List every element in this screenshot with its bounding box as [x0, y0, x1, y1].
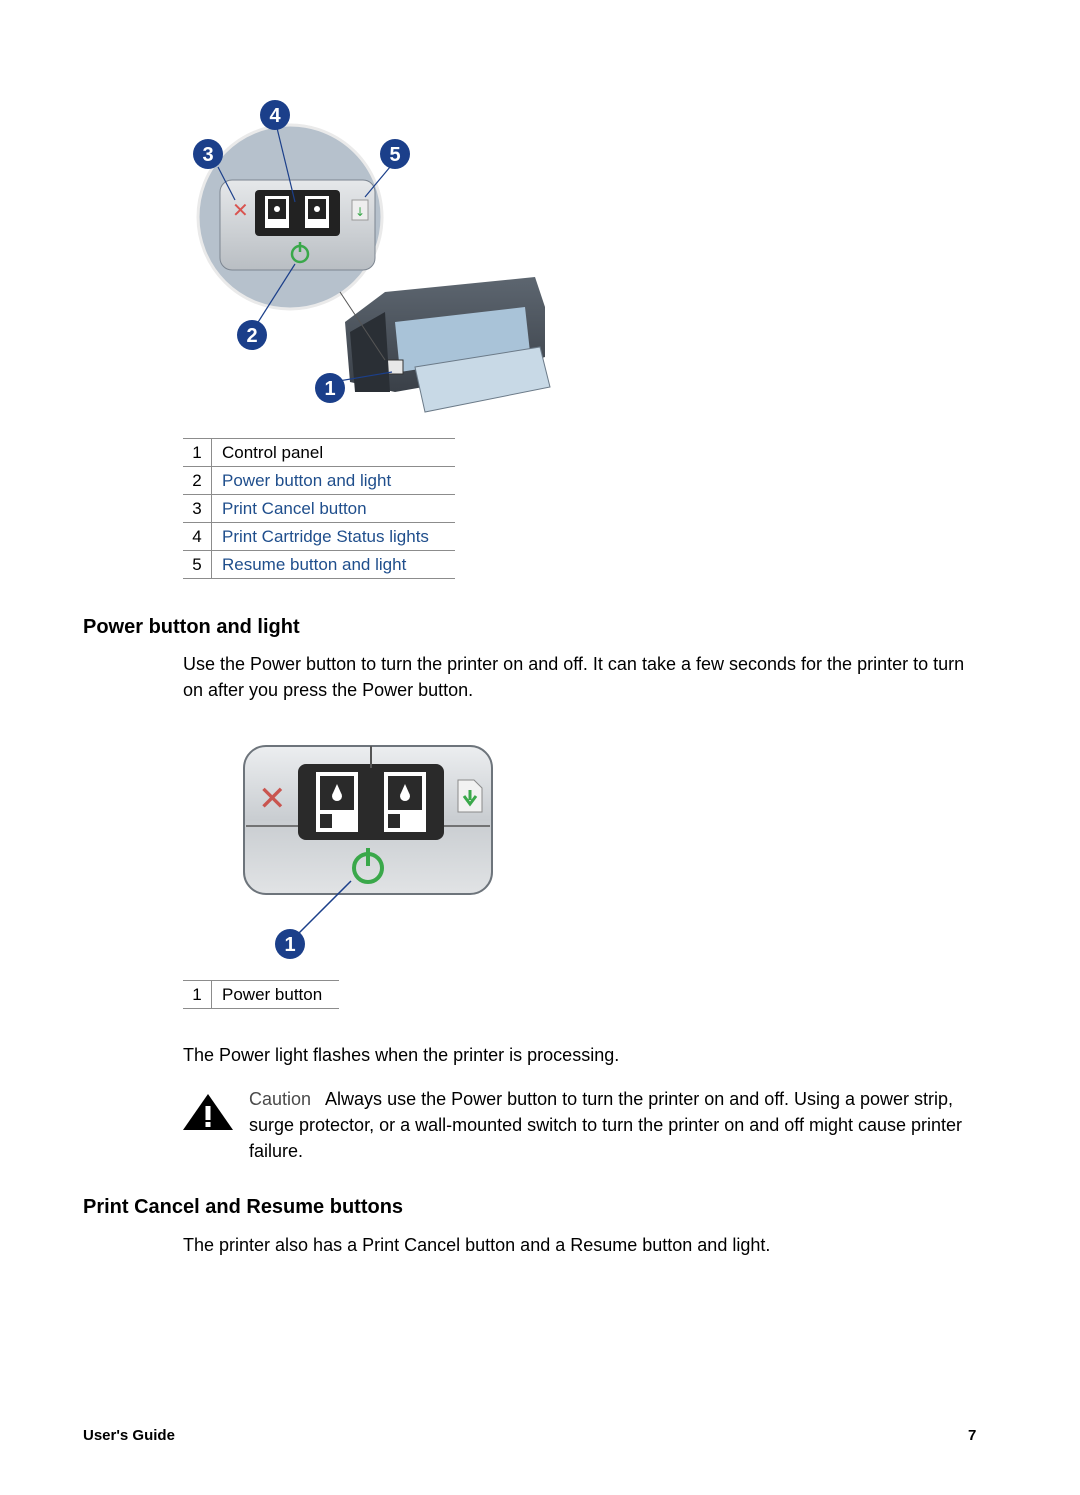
- warning-triangle-icon: [183, 1094, 233, 1130]
- legend-number: 4: [183, 522, 212, 551]
- legend-row: 4 Print Cartridge Status lights: [183, 522, 455, 551]
- svg-text:2: 2: [246, 325, 257, 347]
- legend-label: Control panel: [211, 438, 455, 467]
- callout-2: 2: [237, 320, 267, 350]
- legend-row: 1 Control panel: [183, 438, 455, 467]
- legend-link-power[interactable]: Power button and light: [211, 466, 455, 495]
- section-heading-power: Power button and light: [83, 616, 300, 638]
- cancel-x-icon: ✕: [232, 198, 249, 222]
- callout-4: 4: [260, 100, 290, 130]
- caution-note: Caution Always use the Power button to tu…: [249, 1086, 989, 1164]
- footer-guide-title: User's Guide: [83, 1427, 175, 1444]
- legend-row: 3 Print Cancel button: [183, 494, 455, 523]
- section-heading-cancel-resume: Print Cancel and Resume buttons: [83, 1196, 404, 1218]
- callout-1: 1: [275, 929, 305, 959]
- svg-text:5: 5: [389, 144, 400, 166]
- svg-text:4: 4: [269, 105, 281, 127]
- cartridge-light-right: [384, 772, 426, 832]
- resume-arrow-icon: ↓: [355, 205, 365, 219]
- caution-label: Caution: [249, 1089, 312, 1109]
- printer-control-panel-illustration: ✕ ↓ 1 2 3 4 5: [193, 100, 551, 413]
- legend-number: 3: [183, 494, 212, 523]
- power-description: Use the Power button to turn the printer…: [183, 654, 965, 700]
- caution-text: Always use the Power button to turn the …: [249, 1089, 963, 1161]
- svg-text:1: 1: [284, 934, 295, 956]
- legend-number: 1: [183, 438, 212, 467]
- legend-number: 5: [183, 550, 212, 579]
- legend-link-resume[interactable]: Resume button and light: [211, 550, 455, 579]
- figure1-legend-table: 1 Control panel 2 Power button and light 3…: [183, 438, 455, 579]
- legend-label: Power button: [211, 980, 339, 1009]
- callout-5: 5: [380, 139, 410, 169]
- printer-body: [345, 277, 551, 413]
- cartridge-light-left: [316, 772, 358, 832]
- svg-text:1: 1: [324, 378, 335, 400]
- cancel-resume-description: The printer also has a Print Cancel butt…: [183, 1235, 771, 1255]
- power-light-flash-note: The Power light flashes when the printer…: [183, 1045, 620, 1065]
- legend-row: 2 Power button and light: [183, 466, 455, 495]
- cancel-x-icon: ✕: [258, 779, 287, 819]
- footer-page-number: 7: [968, 1427, 977, 1444]
- legend-row: 5 Resume button and light: [183, 550, 455, 579]
- legend-number: 1: [183, 980, 212, 1009]
- callout-3: 3: [193, 139, 223, 169]
- legend-link-print-cancel[interactable]: Print Cancel button: [211, 494, 455, 523]
- legend-number: 2: [183, 466, 212, 495]
- figure2-legend-table: 1 Power button: [183, 980, 339, 1009]
- control-panel-closeup-illustration: ✕ 1: [243, 745, 493, 959]
- callout-1: 1: [315, 373, 345, 403]
- svg-text:3: 3: [202, 144, 213, 166]
- resume-icon: [457, 779, 483, 813]
- legend-link-cartridge-status[interactable]: Print Cartridge Status lights: [211, 522, 455, 551]
- legend-row: 1 Power button: [183, 980, 339, 1009]
